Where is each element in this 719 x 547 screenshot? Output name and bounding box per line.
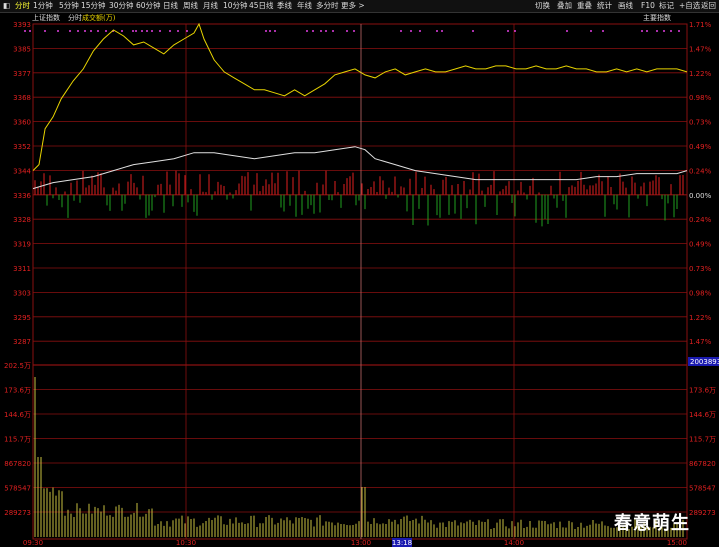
volume-tick-label: 289273 — [4, 509, 31, 517]
pct-tick-label: 0.49% — [689, 241, 712, 249]
price-tick-label: 3352 — [13, 143, 31, 151]
pct-tick-label: 0.24% — [689, 167, 712, 175]
event-marker — [400, 30, 402, 32]
event-marker — [514, 30, 516, 32]
pct-tick-label: 0.98% — [689, 289, 712, 297]
price-tick-label: 3287 — [13, 338, 31, 346]
event-marker — [265, 30, 267, 32]
event-marker — [602, 30, 604, 32]
volume-tick-label: 144.6万 — [4, 411, 31, 419]
event-marker — [97, 30, 99, 32]
price-tick-label: 3385 — [13, 45, 31, 53]
event-marker — [320, 30, 322, 32]
event-marker — [177, 30, 179, 32]
time-label: 15:00 — [667, 539, 687, 547]
price-tick-label: 3295 — [13, 314, 31, 322]
event-marker — [132, 30, 134, 32]
volume-tick-label: 115.7万 — [4, 436, 31, 444]
event-marker — [436, 30, 438, 32]
event-marker — [44, 30, 46, 32]
event-marker — [269, 30, 271, 32]
event-marker — [670, 30, 672, 32]
event-marker — [507, 30, 509, 32]
event-marker — [159, 30, 161, 32]
price-tick-label: 3393 — [13, 21, 31, 29]
volume-current-value: 2003893 — [690, 358, 719, 366]
event-marker — [169, 30, 171, 32]
pct-tick-label: 0.73% — [689, 119, 712, 127]
pct-tick-label: 1.22% — [689, 70, 712, 78]
event-marker — [306, 30, 308, 32]
volume-tick-label: 202.5万 — [4, 362, 31, 370]
volume-tick-label-right: 289273 — [689, 509, 716, 517]
event-marker — [325, 30, 327, 32]
event-marker — [121, 30, 123, 32]
event-marker — [332, 30, 334, 32]
event-marker — [24, 30, 26, 32]
pct-tick-label: 1.47% — [689, 338, 712, 346]
price-tick-label: 3368 — [13, 94, 31, 102]
event-marker — [312, 30, 314, 32]
pct-tick-label: 0.49% — [689, 143, 712, 151]
volume-tick-label: 578547 — [4, 485, 31, 493]
pct-tick-label: 0.98% — [689, 94, 712, 102]
time-label: 09:30 — [23, 539, 43, 547]
price-tick-label: 3311 — [13, 265, 31, 273]
event-marker — [84, 30, 86, 32]
event-marker — [566, 30, 568, 32]
event-marker — [141, 30, 143, 32]
chart-frame — [32, 23, 688, 540]
event-marker — [135, 30, 137, 32]
price-tick-label: 3336 — [13, 192, 31, 200]
volume-tick-label-right: 578547 — [689, 485, 716, 493]
event-marker — [441, 30, 443, 32]
event-marker — [656, 30, 658, 32]
volume-tick-label-right: 115.7万 — [689, 436, 716, 444]
time-label: 14:00 — [504, 539, 524, 547]
event-marker — [678, 30, 680, 32]
pct-tick-label: 0.24% — [689, 216, 712, 224]
pct-tick-label: 1.47% — [689, 45, 712, 53]
price-tick-label: 3360 — [13, 119, 31, 127]
event-marker — [274, 30, 276, 32]
intraday-chart[interactable]: 3393 1.71% 3385 1.47% 3377 1.22% 3368 0.98% 3360… — [0, 0, 719, 547]
event-marker — [590, 30, 592, 32]
event-marker — [151, 30, 153, 32]
volume-tick-label: 867820 — [4, 460, 31, 468]
event-marker — [77, 30, 79, 32]
event-marker — [641, 30, 643, 32]
price-tick-label: 3377 — [13, 70, 31, 78]
time-label: 10:30 — [176, 539, 196, 547]
event-marker — [646, 30, 648, 32]
event-marker — [90, 30, 92, 32]
event-marker — [472, 30, 474, 32]
cursor-time-label: 13:18 — [392, 539, 412, 547]
pct-tick-label: 0.00% — [689, 192, 712, 200]
price-tick-label: 3328 — [13, 216, 31, 224]
event-marker — [105, 30, 107, 32]
price-tick-label: 3319 — [13, 241, 31, 249]
watermark: 春意萌生 — [614, 513, 690, 534]
pct-tick-label: 0.73% — [689, 265, 712, 273]
price-tick-label: 3344 — [13, 167, 31, 175]
event-marker — [663, 30, 665, 32]
volume-tick-label: 173.6万 — [4, 387, 31, 395]
event-marker — [146, 30, 148, 32]
volume-tick-label-right: 144.6万 — [689, 411, 716, 419]
pct-tick-label: 1.71% — [689, 21, 712, 29]
volume-tick-label-right: 867820 — [689, 460, 716, 468]
event-marker — [29, 30, 31, 32]
pct-tick-label: 1.22% — [689, 314, 712, 322]
event-marker — [410, 30, 412, 32]
event-marker — [346, 30, 348, 32]
time-label: 13:00 — [351, 539, 371, 547]
volume-tick-label-right: 173.6万 — [689, 387, 716, 395]
event-marker — [419, 30, 421, 32]
price-tick-label: 3303 — [13, 289, 31, 297]
event-marker — [353, 30, 355, 32]
event-marker — [57, 30, 59, 32]
event-marker — [69, 30, 71, 32]
event-marker — [186, 30, 188, 32]
